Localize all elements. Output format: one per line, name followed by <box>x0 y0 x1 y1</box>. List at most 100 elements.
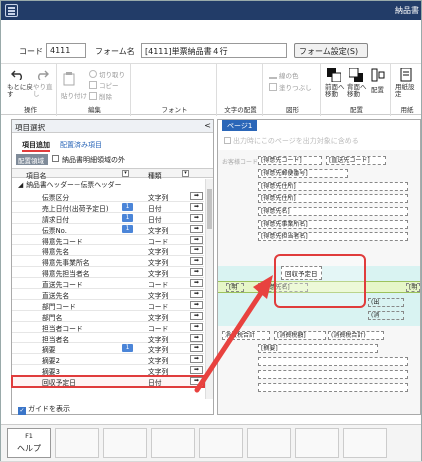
add-arrow-icon[interactable]: ➡ <box>190 377 203 386</box>
group-row[interactable]: ◢ 納品書ヘッダー－伝票ヘッダー <box>12 179 213 189</box>
list-item[interactable]: 担当者名 文字列 ➡ <box>12 333 204 344</box>
undo-icon[interactable] <box>11 68 25 80</box>
add-arrow-icon[interactable]: ➡ <box>190 366 203 375</box>
list-item[interactable]: 伝票区分 文字列 ➡ <box>12 191 204 202</box>
field-detail-left[interactable]: [明 <box>226 283 244 292</box>
filter-icon[interactable]: ▾ <box>182 170 189 177</box>
line-color-button[interactable]: 線の色 <box>269 70 299 80</box>
field-summary[interactable]: [摘要] <box>258 344 378 353</box>
add-arrow-icon[interactable]: ➡ <box>190 290 203 299</box>
field-blank-1[interactable] <box>258 357 408 366</box>
tab-add-item[interactable]: 項目追加 <box>22 140 50 152</box>
add-arrow-icon[interactable]: ➡ <box>190 224 203 233</box>
scrollbar-thumb[interactable] <box>207 189 212 229</box>
scope-option: 納品書明細領域の外 <box>62 156 125 164</box>
cut-button[interactable]: 切り取り <box>89 69 125 79</box>
list-item[interactable]: 直送先コード コード ➡ <box>12 278 204 289</box>
add-arrow-icon[interactable]: ➡ <box>190 192 203 200</box>
scope-checkbox[interactable] <box>52 155 59 162</box>
list-item[interactable]: 担当者コード コード ➡ <box>12 322 204 333</box>
panel-tabs: 項目追加 配置済み項目 <box>12 138 213 152</box>
add-arrow-icon[interactable]: ➡ <box>190 246 203 255</box>
list-item[interactable]: 得意先名 文字列 ➡ <box>12 245 204 256</box>
vertical-scrollbar[interactable] <box>205 179 213 399</box>
f1-help-button[interactable]: F1 ヘルプ <box>7 428 51 458</box>
dropped-field-collection-date[interactable]: 回収予定日 <box>281 266 322 280</box>
delete-button[interactable]: 削除 <box>89 91 112 101</box>
list-item[interactable]: 回収予定日 日付 ➡ <box>11 375 205 389</box>
field-tax-rate[interactable]: (消費税合計) <box>328 331 384 340</box>
field-detail-right[interactable]: [明 <box>406 283 420 292</box>
field-tax[interactable]: (消 <box>368 311 404 320</box>
tab-page-1[interactable]: ページ1 <box>222 120 258 131</box>
count-badge: 1 <box>122 213 133 222</box>
item-name: 売上日付(出荷予定日) <box>42 204 109 213</box>
form-name-input[interactable]: [4111]単票納品書４行 <box>141 43 287 58</box>
list-item[interactable]: 売上日付(出荷予定日) 1 日付 ➡ <box>12 202 204 213</box>
add-arrow-icon[interactable]: ➡ <box>190 213 203 222</box>
list-item[interactable]: 直送先名 文字列 ➡ <box>12 289 204 300</box>
add-arrow-icon[interactable]: ➡ <box>190 279 203 288</box>
field-office-name[interactable]: [得意先事業所名] <box>258 220 408 229</box>
field-address-2[interactable]: [得意先住所] <box>258 194 408 203</box>
field-tax-total-label[interactable]: 消費税合計 <box>222 331 270 340</box>
field-person-name[interactable]: [得意先担当者名] <box>258 232 408 241</box>
fill-button[interactable]: 塗りつぶし <box>269 82 312 92</box>
list-item[interactable]: 摘要2 文字列 ➡ <box>12 354 204 365</box>
show-guide-toggle[interactable]: ✓ ガイドを表示 <box>18 404 70 415</box>
copy-button[interactable]: コピー <box>89 80 119 90</box>
field-customer-code[interactable]: [得意先コード] <box>258 156 322 165</box>
list-item[interactable]: 部門名 文字列 ➡ <box>12 311 204 322</box>
list-item[interactable]: 摘要 1 文字列 ➡ <box>12 343 204 354</box>
send-back-icon[interactable] <box>349 68 363 82</box>
collapse-button[interactable]: < <box>204 121 211 130</box>
field-customer-name[interactable]: [得意先名] <box>258 207 408 216</box>
pen-icon <box>269 71 277 79</box>
form-settings-button[interactable]: フォーム設定(S) <box>294 43 368 58</box>
collapse-triangle-icon[interactable]: ◢ <box>18 181 23 189</box>
paint-bucket-icon <box>269 83 277 91</box>
field-tax-amount[interactable]: [消費税額] <box>274 331 326 340</box>
ribbon-group-label: 操作 <box>24 106 37 114</box>
add-arrow-icon[interactable]: ➡ <box>190 235 203 244</box>
align-icon[interactable] <box>371 68 385 82</box>
tab-placed-items[interactable]: 配置済み項目 <box>60 140 102 150</box>
ribbon-group-label: 配置 <box>350 106 363 114</box>
list-item[interactable]: 得意先事業所名 文字列 ➡ <box>12 256 204 267</box>
list-item[interactable]: 摘要3 文字列 ➡ <box>12 365 204 376</box>
menu-icon[interactable] <box>5 4 18 17</box>
add-arrow-icon[interactable]: ➡ <box>190 322 203 331</box>
count-badge: 1 <box>122 344 133 353</box>
bring-front-icon[interactable] <box>327 68 341 82</box>
paper-icon[interactable] <box>400 68 412 82</box>
include-page-toggle[interactable]: 出力時にこのページを出力対象に含める <box>224 136 359 146</box>
list-item[interactable]: 請求日付 1 日付 ➡ <box>12 213 204 224</box>
add-arrow-icon[interactable]: ➡ <box>190 202 203 211</box>
list-item[interactable]: 伝票No. 1 文字列 ➡ <box>12 224 204 235</box>
list-item[interactable]: 得意先担当者名 文字列 ➡ <box>12 267 204 278</box>
checkbox-icon[interactable] <box>224 137 231 144</box>
design-canvas[interactable]: お客様コード欄 [得意先コード] [直送先コード] [得意先郵便番号] [得意先… <box>218 150 420 414</box>
list-item[interactable]: 得意先コード コード ➡ <box>12 235 204 246</box>
field-ex-tax[interactable]: (出 <box>368 298 404 307</box>
list-item[interactable]: 部門コード コード ➡ <box>12 300 204 311</box>
item-name: 担当者名 <box>42 335 70 344</box>
field-direct-code[interactable]: [直送先コード] <box>326 156 386 165</box>
field-address-1[interactable]: [得意先住所] <box>258 182 408 191</box>
checkbox-checked-icon[interactable]: ✓ <box>18 407 26 415</box>
add-arrow-icon[interactable]: ➡ <box>190 268 203 277</box>
add-arrow-icon[interactable]: ➡ <box>190 257 203 266</box>
add-arrow-icon[interactable]: ➡ <box>190 300 203 309</box>
add-arrow-icon[interactable]: ➡ <box>190 311 203 320</box>
add-arrow-icon[interactable]: ➡ <box>190 355 203 364</box>
filter-icon[interactable]: ▾ <box>122 170 129 177</box>
add-arrow-icon[interactable]: ➡ <box>190 333 203 342</box>
add-arrow-icon[interactable]: ➡ <box>190 344 203 353</box>
field-blank-3[interactable] <box>258 383 408 392</box>
paste-icon[interactable] <box>63 72 75 86</box>
redo-icon[interactable] <box>35 68 49 80</box>
field-zip[interactable]: [得意先郵便番号] <box>258 169 348 178</box>
code-input[interactable]: 4111 <box>46 43 86 58</box>
field-blank-2[interactable] <box>258 370 408 379</box>
ribbon-group-arrange: 前面へ移動 背面へ移動 配置 配置 <box>323 64 391 116</box>
